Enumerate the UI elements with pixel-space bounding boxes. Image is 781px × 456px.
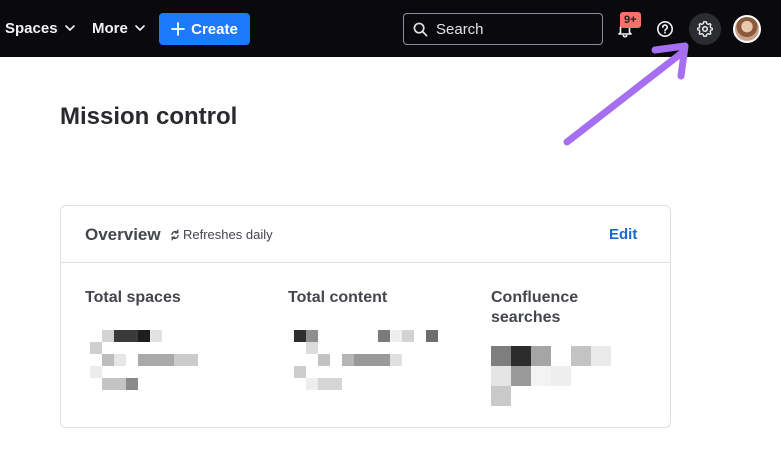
more-menu-label: More [92,19,128,37]
chevron-down-icon [64,25,75,31]
metric-label-confluence-searches: Confluence searches [491,289,579,326]
page-title: Mission control [60,103,238,130]
gear-icon [697,21,713,37]
top-navigation-bar: Spaces More Create 9+ [0,0,781,57]
redacted-value [491,346,621,408]
settings-button[interactable] [689,13,721,45]
create-button[interactable]: Create [159,13,250,45]
redacted-value [90,330,200,392]
more-menu[interactable]: More [92,17,146,39]
question-circle-icon [657,21,673,37]
refresh-indicator: Refreshes daily [170,227,273,242]
metric-label-total-spaces: Total spaces [85,289,181,306]
plus-icon [171,22,186,36]
search-input[interactable] [436,20,586,38]
spaces-menu-label: Spaces [5,19,58,37]
edit-link[interactable]: Edit [609,226,637,243]
spaces-menu[interactable]: Spaces [5,17,76,39]
search-icon [413,22,428,36]
overview-card: Overview Refreshes daily Edit Total spac… [60,205,671,428]
create-button-label: Create [191,20,238,38]
user-avatar[interactable] [733,15,761,43]
metric-label-total-content: Total content [288,289,388,306]
notification-badge: 9+ [620,12,641,28]
redacted-value [294,330,444,392]
overview-card-header: Overview Refreshes daily Edit [61,206,670,263]
chevron-down-icon [135,25,145,31]
overview-title: Overview [85,225,161,244]
search-field[interactable] [403,13,603,45]
refresh-label: Refreshes daily [183,227,273,242]
help-button[interactable] [649,13,681,45]
refresh-icon [171,229,179,240]
